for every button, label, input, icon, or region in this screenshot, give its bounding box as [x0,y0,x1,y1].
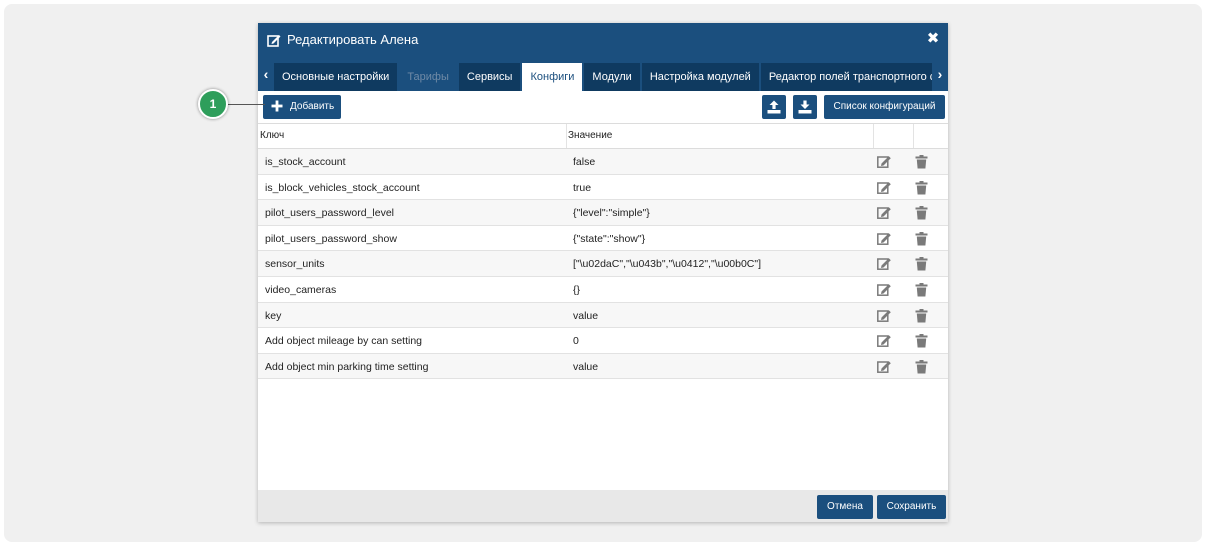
edit-icon[interactable] [877,181,892,194]
table-row[interactable]: pilot_users_password_show {"state":"show"… [258,225,948,252]
table-row[interactable]: is_stock_account false [258,149,948,175]
tab-list: Основные настройки Тарифы Сервисы Конфиги Мо… [274,63,932,91]
tab-item[interactable]: Тарифы [399,63,457,91]
row-value: {} [573,283,581,296]
add-button-label: Добавить [290,101,335,112]
upload-icon [767,100,781,114]
row-value: true [573,181,592,194]
edit-icon[interactable] [877,360,892,373]
row-key: pilot_users_password_show [265,232,397,245]
row-key: is_stock_account [265,156,346,168]
column-header-key[interactable]: Ключ [260,124,565,148]
chevron-right-icon[interactable]: › [934,66,946,82]
table-row[interactable]: is_block_vehicles_stock_account true [258,174,948,201]
trash-icon[interactable] [915,155,928,169]
tab-item[interactable]: Редактор полей транспортного сре [760,63,932,91]
toolbar: Добавить Список конфигураций [258,91,948,123]
edit-icon [267,35,281,47]
row-key: video_cameras [265,283,337,296]
tab-item[interactable]: Настройка модулей [641,63,759,91]
row-value: {"state":"show"} [573,232,646,245]
table-row[interactable]: key value [258,302,948,329]
edit-icon[interactable] [877,283,892,296]
trash-icon[interactable] [915,257,928,271]
edit-icon[interactable] [877,257,892,271]
trash-icon[interactable] [915,282,928,297]
trash-icon[interactable] [915,308,928,323]
edit-icon[interactable] [877,232,892,245]
column-header-value[interactable]: Значение [566,124,873,148]
row-value: 0 [573,335,579,348]
trash-icon[interactable] [915,206,928,220]
chevron-left-icon[interactable]: ‹ [260,66,272,82]
row-key: key [265,309,282,322]
plus-icon [271,100,283,112]
table-row[interactable]: video_cameras {} [258,276,948,303]
tab-item[interactable]: Модули [584,63,640,91]
dialog-titlebar: Редактировать Алена ✖ [258,23,948,57]
tab-item[interactable]: Основные настройки [274,63,398,91]
tab-item[interactable]: Конфиги [522,63,583,91]
grid-body: is_stock_account false is_block_vehicles_s… [258,149,948,380]
edit-icon[interactable] [877,155,892,168]
row-value: false [573,156,596,168]
row-key: Add object min parking time setting [265,360,429,373]
cancel-button[interactable]: Отмена [817,495,873,519]
tab-item[interactable]: Сервисы [458,63,521,91]
upload-button[interactable] [762,95,786,119]
save-button[interactable]: Сохранить [877,495,946,519]
row-value: {"level":"simple"} [573,207,650,220]
row-value: value [573,360,599,373]
callout-badge: 1 [198,89,228,119]
download-icon [798,100,812,114]
row-key: sensor_units [265,258,325,271]
row-value: value [573,309,599,322]
dialog-footer: Отмена Сохранить [258,490,948,522]
trash-icon[interactable] [915,180,928,195]
table-row[interactable]: pilot_users_password_level {"level":"simp… [258,200,948,226]
column-header-edit [873,124,913,148]
trash-icon[interactable] [915,231,928,246]
callout-connector [228,104,265,105]
row-value: ["\u02daC","\u043b","\u0412","\u00b0C"] [573,258,762,271]
grid-header: Ключ Значение [258,123,948,149]
table-row[interactable]: Add object mileage by can setting 0 [258,328,948,354]
table-row[interactable]: Add object min parking time setting value [258,353,948,380]
edit-icon[interactable] [877,309,892,322]
edit-dialog: Редактировать Алена ✖ ‹ Основные настрой… [258,23,948,522]
row-key: is_block_vehicles_stock_account [265,181,420,194]
add-button[interactable]: Добавить [263,95,341,119]
dialog-title: Редактировать Алена [287,32,419,47]
edit-icon[interactable] [877,334,892,348]
tab-bar: ‹ Основные настройки Тарифы Сервисы Конфиги… [258,57,948,91]
download-button[interactable] [793,95,817,119]
config-list-button[interactable]: Список конфигураций [824,95,945,119]
table-row[interactable]: sensor_units ["\u02daC","\u043b","\u0412"… [258,251,948,277]
column-header-delete [913,124,948,148]
trash-icon[interactable] [915,359,928,374]
trash-icon[interactable] [915,334,928,348]
close-button[interactable]: ✖ [926,31,940,46]
edit-icon[interactable] [877,206,892,220]
row-key: pilot_users_password_level [265,207,394,220]
row-key: Add object mileage by can setting [265,335,423,348]
